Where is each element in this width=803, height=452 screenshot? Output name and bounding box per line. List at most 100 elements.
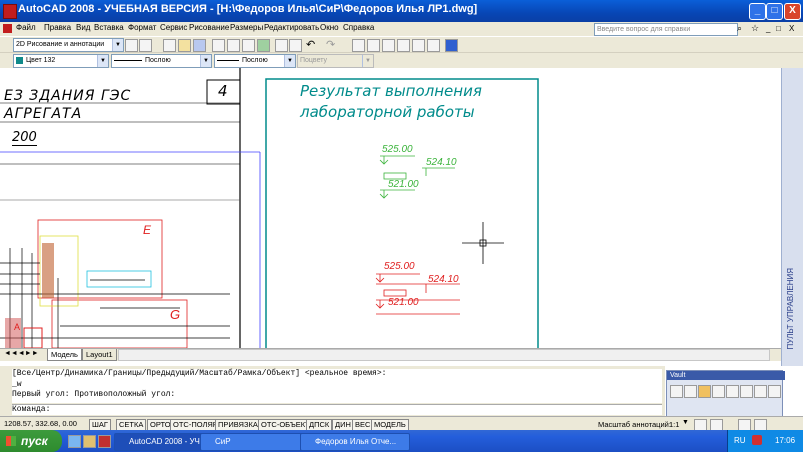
print-icon[interactable] [212,39,225,52]
start-label: пуск [21,434,48,448]
region-a-label: A [14,322,21,332]
new-file-icon[interactable] [163,39,176,52]
save-icon[interactable] [193,39,206,52]
calculator-icon[interactable] [427,39,440,52]
properties-toolbar: Цвет 132 ▼ Послою ▼ Послою ▼ Поцвету ▼ [0,52,803,69]
chevron-down-icon[interactable]: ▼ [284,55,295,67]
quicklaunch-ie-icon[interactable] [68,435,81,448]
vault-attach-icon[interactable] [726,385,739,398]
vault-title: Vault [667,371,785,380]
dashboard-palette[interactable]: ПУЛЬТ УПРАВЛЕНИЯ [781,68,803,366]
quicklaunch-folder-icon[interactable] [83,435,96,448]
menu-insert[interactable]: Вставка [94,23,124,32]
help-icon[interactable] [445,39,458,52]
publish-icon[interactable] [242,39,255,52]
chevron-down-icon[interactable]: ▼ [112,39,123,51]
minimize-button[interactable]: _ [749,3,766,20]
vault-checkout-icon[interactable] [698,385,711,398]
chevron-down-icon[interactable]: ▼ [200,55,211,67]
tool-palettes-icon[interactable] [397,39,410,52]
task-folder[interactable]: СиР [200,433,310,451]
menu-draw[interactable]: Рисование [189,23,229,32]
menu-modify[interactable]: Редактировать [264,23,319,32]
task-word[interactable]: Федоров Илья Отче... [300,433,410,451]
crosshair-cursor [462,222,504,264]
mark1-top-elevation: 525.00 [382,144,413,155]
coordinates-readout: 1208.57, 332.68, 0.00 [4,419,77,428]
menu-format[interactable]: Формат [128,23,156,32]
mark1-side-elevation: 524.10 [426,157,457,168]
task-autocad[interactable]: AutoCAD 2008 - УЧЕ... [114,433,210,451]
doc-close-button[interactable]: X [789,24,794,33]
doc-minimize-button[interactable]: _ [766,24,770,33]
menu-dimensions[interactable]: Размеры [230,23,263,32]
annotation-scale-value[interactable]: 1:1 [669,420,679,429]
region-e-label: E [143,223,152,237]
redo-icon[interactable]: ↷ [326,38,335,51]
maximize-button[interactable]: □ [766,3,783,20]
vault-checkin-icon[interactable] [684,385,697,398]
menu-window[interactable]: Окно [320,23,339,32]
tray-app-icon[interactable] [752,435,762,445]
vault-login-icon[interactable] [670,385,683,398]
open-file-icon[interactable] [178,39,191,52]
mark2-bottom-elevation: 521.00 [388,297,419,308]
horizontal-scrollbar[interactable] [118,349,770,361]
tab-model[interactable]: Модель [47,349,82,361]
tab-layout1[interactable]: Layout1 [82,349,117,361]
search-icon[interactable]: ⌕ [737,23,742,34]
lineweight-select[interactable]: Послою ▼ [214,54,296,68]
chevron-down-icon[interactable]: ▼ [362,55,373,67]
menu-view[interactable]: Вид [76,23,90,32]
color-select[interactable]: Цвет 132 ▼ [13,54,109,68]
vault-options-icon[interactable] [768,385,781,398]
chevron-down-icon[interactable]: ▼ [97,55,108,67]
drawing-area[interactable]: ЕЗ ЗДАНИЯ ГЭС АГРЕГАТА 200 4 E G A Резул… [0,68,781,348]
properties-icon[interactable] [367,39,380,52]
workspace-settings-icon[interactable] [125,39,138,52]
menu-edit[interactable]: Правка [44,23,71,32]
vault-refresh-icon[interactable] [712,385,725,398]
menu-help[interactable]: Справка [343,23,374,32]
hatch-column [42,243,54,298]
sheet-number: 4 [218,82,228,100]
plotstyle-select[interactable]: Поцвету ▼ [297,54,374,68]
cut-icon[interactable] [275,39,288,52]
command-history-line: Первый угол: Противоположный угол: [12,390,176,399]
close-button[interactable]: X [784,3,801,20]
3d-dwf-icon[interactable] [257,39,270,52]
command-history-line: [Все/Центр/Динамика/Границы/Предыдущий/М… [12,369,387,378]
command-input[interactable]: Команда: [12,404,662,415]
preview-icon[interactable] [227,39,240,52]
lineweight-value: Послою [242,57,268,64]
vault-undo-icon[interactable] [740,385,753,398]
cyan-box [86,270,152,288]
left-sheet-title-2: АГРЕГАТА [4,106,83,122]
language-indicator[interactable]: RU [734,436,746,445]
annotation-scale-label: Масштаб аннотаций: [598,420,671,429]
mark1-bottom-elevation: 521.00 [388,179,419,190]
undo-icon[interactable]: ↶ [306,38,315,51]
start-button[interactable]: пуск [0,430,62,452]
workspace-save-icon[interactable] [139,39,152,52]
help-search-input[interactable]: Введите вопрос для справки [594,23,738,36]
quicklaunch-autocad-icon[interactable] [98,435,111,448]
menu-file[interactable]: Файл [16,23,36,32]
menu-tools[interactable]: Сервис [160,23,187,32]
vault-explorer-icon[interactable] [754,385,767,398]
linetype-select[interactable]: Послою ▼ [111,54,212,68]
tab-nav-icon[interactable]: ◄◄◄►► [4,350,39,357]
design-center-icon[interactable] [382,39,395,52]
windows-logo-icon [6,436,16,446]
doc-restore-button[interactable]: □ [776,24,781,33]
chevron-down-icon[interactable]: ▼ [682,419,689,426]
workspace-select[interactable]: 2D Рисование и аннотации ▼ [13,38,124,52]
pan-icon[interactable] [352,39,365,52]
match-properties-icon[interactable] [289,39,302,52]
left-sheet-scale: 200 [12,130,37,146]
sheet-set-icon[interactable] [412,39,425,52]
favorites-icon[interactable]: ☆ [751,23,759,34]
result-heading-2: лабораторной работы [300,103,475,121]
mark2-side-elevation: 524.10 [428,274,459,285]
standard-toolbar: 2D Рисование и аннотации ▼ ↶ ↷ [0,36,803,53]
